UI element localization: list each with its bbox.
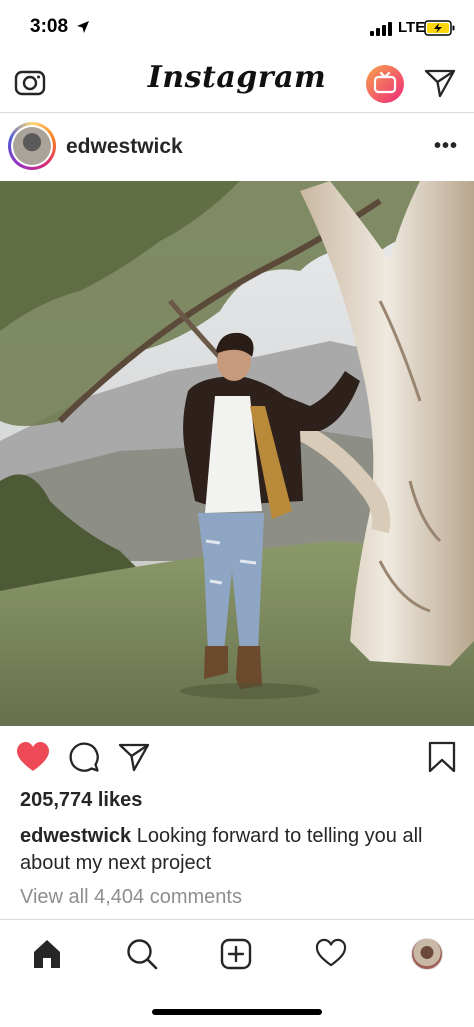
- activity-heart-icon[interactable]: [315, 938, 347, 968]
- post-photo-image: [0, 181, 474, 726]
- caption-username[interactable]: edwestwick: [20, 825, 131, 847]
- home-indicator[interactable]: [152, 1009, 322, 1015]
- add-post-icon[interactable]: [220, 938, 252, 970]
- bookmark-icon[interactable]: [428, 741, 456, 773]
- comment-icon[interactable]: [68, 741, 100, 773]
- avatar[interactable]: [13, 127, 51, 165]
- like-heart-icon[interactable]: [16, 741, 50, 773]
- share-icon[interactable]: [118, 742, 150, 772]
- status-time: 3:08: [30, 16, 69, 37]
- igtv-icon[interactable]: [365, 64, 405, 104]
- post-caption: edwestwick Looking forward to telling yo…: [20, 823, 460, 877]
- battery-charging-icon: [424, 20, 455, 36]
- more-options-icon[interactable]: •••: [434, 135, 458, 158]
- network-type: LTE: [398, 19, 426, 36]
- post-username[interactable]: edwestwick: [66, 135, 183, 159]
- post-photo[interactable]: [0, 181, 474, 726]
- home-icon[interactable]: [31, 938, 63, 970]
- search-icon[interactable]: [126, 938, 158, 970]
- location-arrow-icon: [77, 21, 89, 33]
- signal-bars-icon: [370, 22, 392, 36]
- view-all-comments-link[interactable]: View all 4,404 comments: [20, 886, 242, 909]
- profile-avatar[interactable]: [411, 938, 443, 970]
- likes-count[interactable]: 205,774 likes: [20, 789, 142, 812]
- direct-message-icon[interactable]: [424, 68, 456, 98]
